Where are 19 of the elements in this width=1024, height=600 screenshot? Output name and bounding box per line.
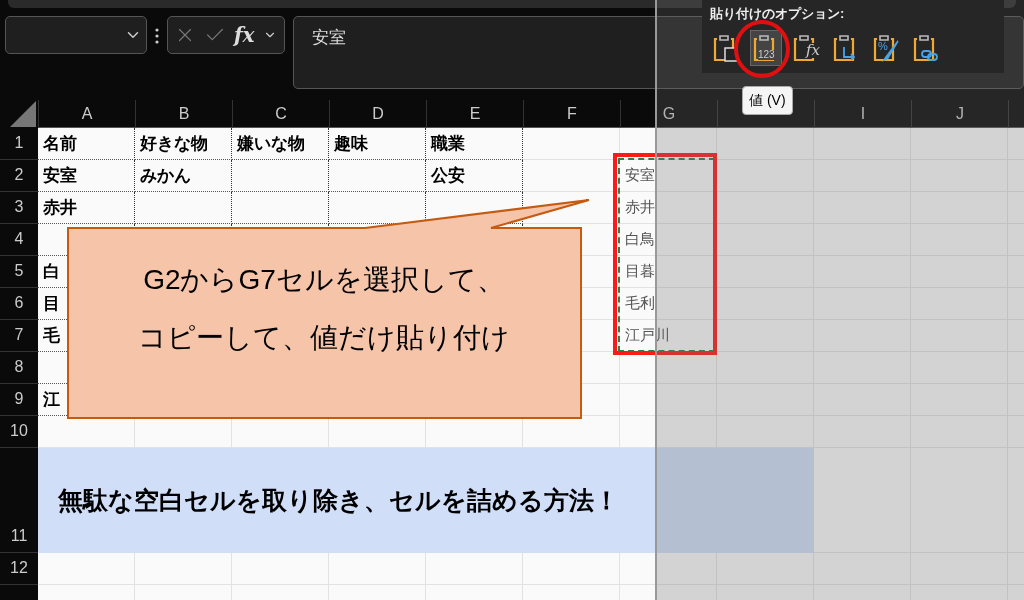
clipboard-icon (912, 32, 940, 63)
select-all-icon[interactable] (10, 101, 36, 127)
paste-option-button[interactable]: fx (790, 29, 822, 66)
callout-text: コピーして、値だけ貼り付け (138, 321, 510, 355)
icon-glyph: % (878, 40, 888, 52)
paste-option-button[interactable]: % (870, 29, 902, 66)
clipboard-icon (712, 32, 740, 63)
callout-text: G2からG7セルを選択して、 (143, 263, 505, 297)
paste-option-button[interactable]: 123 (750, 29, 782, 66)
icon-glyph: 123 (758, 49, 775, 60)
clipboard-icon (872, 32, 900, 63)
tooltip: 値 (V) (742, 86, 793, 115)
icon-glyph: fx (806, 42, 820, 58)
title-banner: 無駄な空白セルを取り除き、セルを詰める方法！ (38, 448, 814, 553)
table-cell[interactable]: 江戸川 (620, 320, 717, 352)
annotation-circle (733, 19, 791, 79)
name-box[interactable] (5, 16, 147, 54)
more-icon (155, 28, 159, 44)
insert-function-button[interactable]: fx (234, 25, 255, 45)
